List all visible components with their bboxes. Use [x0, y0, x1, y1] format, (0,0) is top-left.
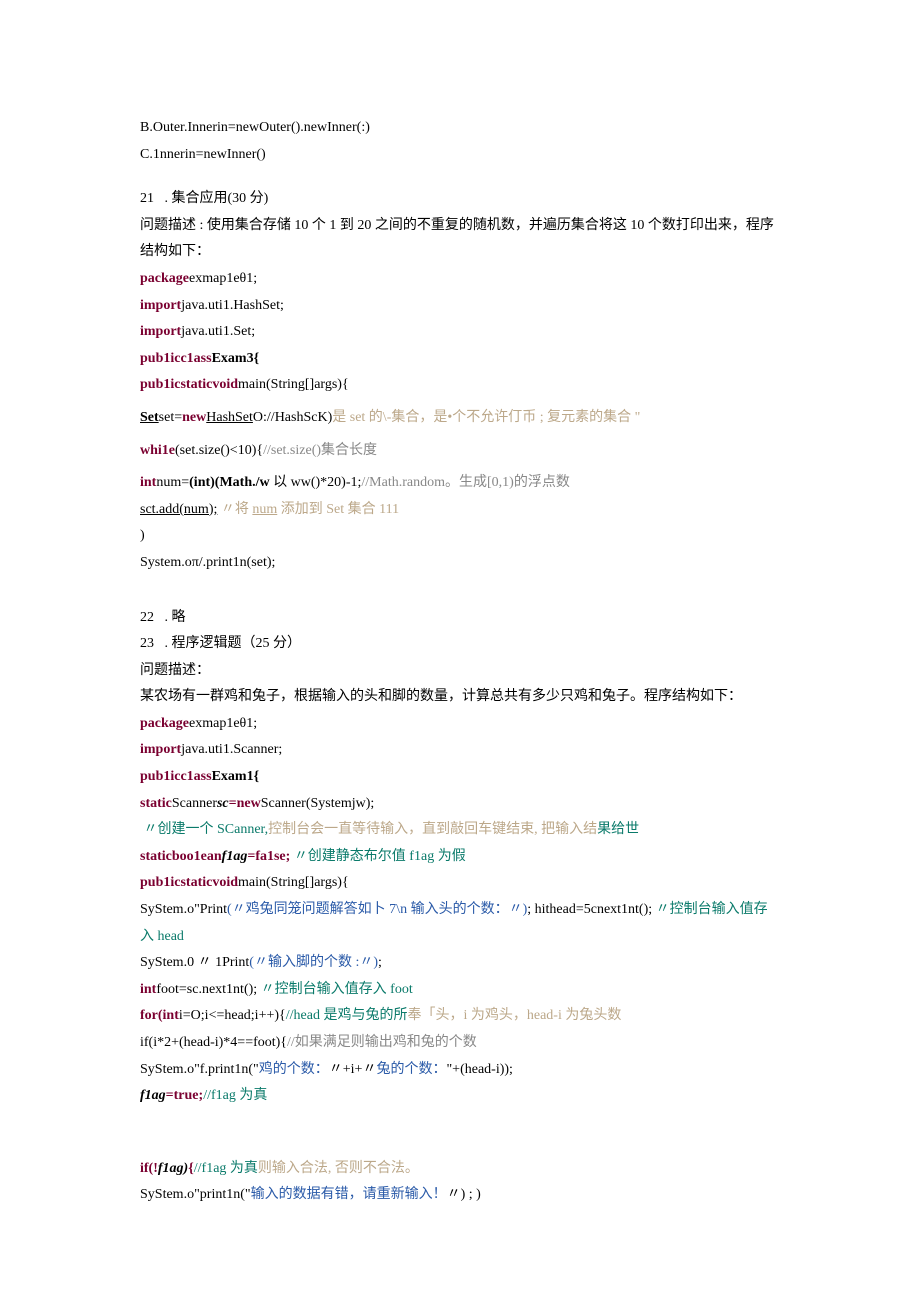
- document-page: B.Outer.Innerin=newOuter().newInner(:) C…: [0, 0, 920, 1301]
- heading-23: 23 . 程序逻辑题（25 分）: [140, 631, 780, 658]
- code-line: SyStem.o"print1n("输入的数据有错，请重新输入！〃) ; ): [140, 1182, 780, 1209]
- code-line: pub1icc1assExam3{: [140, 346, 780, 373]
- code-line: importjava.uti1.HashSet;: [140, 293, 780, 320]
- code-line: pub1icc1assExam1{: [140, 764, 780, 791]
- code-line: SyStem.o"f.print1n("鸡的个数：〃+i+〃兔的个数："+(he…: [140, 1057, 780, 1084]
- text-line: 问题描述 : 使用集合存储 10 个 1 到 20 之间的不重复的随机数，并遍历…: [140, 213, 780, 266]
- code-line: staticboo1eanf1ag=fa1se; 〃创建静态布尔值 f1ag 为…: [140, 844, 780, 871]
- code-line: sct.add(num); 〃将 num 添加到 Set 集合 111: [140, 497, 780, 524]
- code-line: packageexmap1eθ1;: [140, 266, 780, 293]
- code-line: pub1icstaticvoidmain(String[]args){: [140, 870, 780, 897]
- text-line: 问题描述：: [140, 658, 780, 685]
- text-line: C.1nnerin=newInner(): [140, 142, 780, 169]
- code-line: intnum=(int)(Math./w 以 ww()*20)-1;//Math…: [140, 464, 780, 497]
- comment-line: 〃创建一个 SCanner,控制台会一直等待输入，直到敲回车键结束, 把输入结果…: [140, 817, 780, 844]
- code-line: if(i*2+(head-i)*4==foot){//如果满足则输出鸡和兔的个数: [140, 1030, 780, 1057]
- code-line: intfoot=sc.next1nt(); 〃控制台输入值存入 foot: [140, 977, 780, 1004]
- code-line: SyStem.0 〃 1Print(〃输入脚的个数 :〃);: [140, 950, 780, 977]
- code-line: importjava.uti1.Scanner;: [140, 737, 780, 764]
- code-line: f1ag=true;//f1ag 为真: [140, 1083, 780, 1110]
- code-line: packageexmap1eθ1;: [140, 711, 780, 738]
- heading-22: 22 . 略: [140, 605, 780, 632]
- code-line: SyStem.o"Print(〃鸡兔同笼问题解答如卜 7\n 输入头的个数：〃)…: [140, 897, 780, 950]
- code-line: if(!f1ag){//f1ag 为真则输入合法, 否则不合法。: [140, 1156, 780, 1183]
- code-line: whi1e(set.size()<10){//set.size()集合长度: [140, 432, 780, 465]
- code-line: ): [140, 523, 780, 550]
- code-line: for(inti=O;i<=head;i++){//head 是鸡与兔的所奉「头…: [140, 1003, 780, 1030]
- code-line: System.oπ/.print1n(set);: [140, 550, 780, 577]
- text-line: 某农场有一群鸡和兔子，根据输入的头和脚的数量，计算总共有多少只鸡和兔子。程序结构…: [140, 684, 780, 711]
- code-line: Setset=newHashSetO://HashScK)是 set 的\-集合…: [140, 399, 780, 432]
- heading-21: 21 . 集合应用(30 分): [140, 186, 780, 213]
- code-line: importjava.uti1.Set;: [140, 319, 780, 346]
- code-line: pub1icstaticvoidmain(String[]args){: [140, 372, 780, 399]
- text-line: B.Outer.Innerin=newOuter().newInner(:): [140, 115, 780, 142]
- code-line: staticScannersc=newScanner(Systemjw);: [140, 791, 780, 818]
